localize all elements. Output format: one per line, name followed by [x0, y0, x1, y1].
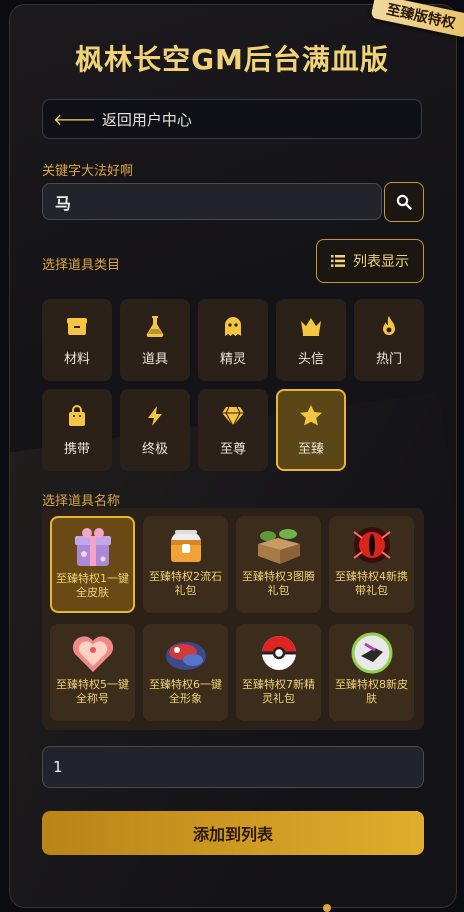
keyword-label: 关键字大法好啊: [42, 164, 134, 179]
crown-icon: [299, 314, 323, 338]
avatar-badge-icon: [347, 630, 397, 676]
item-name: 至臻特权5一键全称号: [56, 678, 129, 705]
back-label: 返回用户中心: [101, 110, 192, 129]
item-name: 至臻特权2流石礼包: [149, 570, 222, 597]
item-card-stone-pack[interactable]: 至臻特权2流石礼包: [143, 516, 228, 613]
category-label-text: 精灵: [219, 351, 246, 367]
item-name: 至臻特权4新携带礼包: [335, 570, 408, 597]
list-view-label: 列表显示: [353, 254, 409, 270]
category-props[interactable]: 道具: [120, 299, 190, 381]
category-carry[interactable]: 携带: [42, 389, 112, 471]
category-label-text: 热门: [375, 351, 402, 367]
search-input[interactable]: [42, 183, 382, 220]
item-name: 至臻特权3图腾礼包: [242, 570, 315, 597]
category-supreme[interactable]: 至尊: [198, 389, 268, 471]
fire-icon: [377, 314, 401, 338]
box-icon: [65, 314, 89, 338]
star-icon: [299, 404, 323, 428]
item-name: 至臻特权6一键全形象: [149, 678, 222, 705]
category-spirit[interactable]: 精灵: [198, 299, 268, 381]
category-hot[interactable]: 热门: [354, 299, 424, 381]
category-label-text: 终极: [141, 441, 168, 457]
item-name: 至臻特权1一键全皮肤: [56, 572, 129, 599]
category-label-text: 道具: [141, 351, 168, 367]
page-title: 枫林长空GM后台满血版: [75, 43, 389, 76]
bag-icon: [65, 404, 89, 428]
item-card-new-skins[interactable]: 至臻特权8新皮肤: [329, 624, 414, 721]
category-label-text: 携带: [63, 441, 90, 457]
search-button[interactable]: [384, 182, 424, 222]
item-card-titles[interactable]: 至臻特权5一键全称号: [50, 624, 135, 721]
arrow-left-icon: 🡐: [53, 110, 96, 129]
gift-pack-icon: [161, 630, 211, 676]
item-card-skins[interactable]: 至臻特权1一键全皮肤: [50, 516, 135, 613]
item-name: 至臻特权7新精灵礼包: [242, 678, 315, 705]
item-card-carry-pack[interactable]: 至臻特权4新携带礼包: [329, 516, 414, 613]
item-grid: 至臻特权1一键全皮肤 至臻特权2流石礼包 至臻特权3图腾礼包 至臻特权4新携带礼…: [42, 508, 424, 730]
item-name: 至臻特权8新皮肤: [335, 678, 408, 705]
category-label-text: 至臻: [297, 441, 324, 457]
category-ultimate-plus[interactable]: 至臻: [276, 389, 346, 471]
gem-icon: [221, 404, 245, 428]
ghost-icon: [221, 314, 245, 338]
pokeball-icon: [254, 630, 304, 676]
category-material[interactable]: 材料: [42, 299, 112, 381]
list-view-button[interactable]: 列表显示: [316, 239, 424, 283]
item-label: 选择道具名称: [42, 494, 121, 509]
gift-box-icon: [68, 524, 118, 570]
treasure-chest-icon: [161, 522, 211, 568]
back-to-user-center-button[interactable]: 🡐 返回用户中心: [42, 99, 422, 139]
bolt-icon: [143, 404, 167, 428]
list-icon: [331, 255, 345, 267]
category-label-text: 至尊: [219, 441, 246, 457]
item-card-totem-pack[interactable]: 至臻特权3图腾礼包: [236, 516, 321, 613]
flask-icon: [143, 314, 167, 338]
search-icon: [396, 194, 412, 210]
quantity-input[interactable]: [42, 746, 424, 788]
category-title[interactable]: 头信: [276, 299, 346, 381]
heart-box-icon: [68, 630, 118, 676]
category-label-text: 头信: [297, 351, 324, 367]
add-to-list-button[interactable]: 添加到列表: [42, 811, 424, 855]
category-label: 选择道具类目: [42, 258, 121, 273]
wooden-crate-icon: [254, 522, 304, 568]
category-label-text: 材料: [63, 351, 90, 367]
item-card-appearances[interactable]: 至臻特权6一键全形象: [143, 624, 228, 721]
item-card-spirit-pack[interactable]: 至臻特权7新精灵礼包: [236, 624, 321, 721]
red-orb-icon: [347, 522, 397, 568]
category-ultimate[interactable]: 终极: [120, 389, 190, 471]
